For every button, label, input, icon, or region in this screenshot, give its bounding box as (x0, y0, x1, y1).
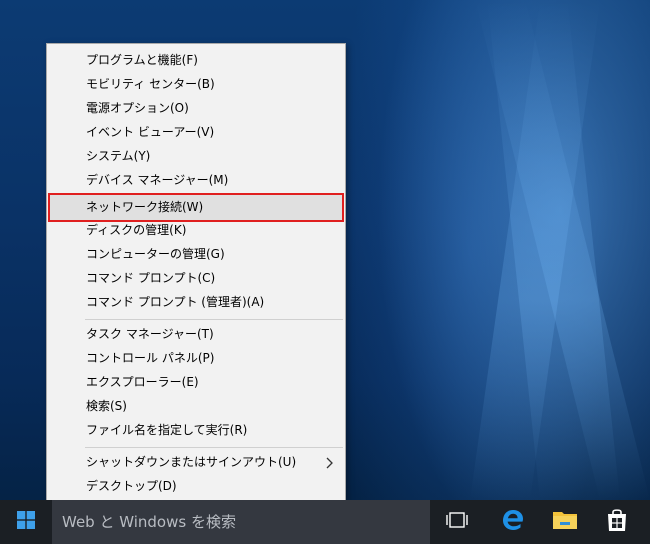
menu-item-label: 検索(S) (86, 399, 127, 413)
menu-separator (85, 319, 343, 320)
menu-item-control-panel[interactable]: コントロール パネル(P) (48, 347, 344, 370)
menu-item-label: ネットワーク接続(W) (86, 200, 204, 214)
menu-item-label: ディスクの管理(K) (86, 223, 187, 237)
chevron-right-icon (326, 451, 334, 474)
file-explorer-icon (552, 509, 578, 535)
file-explorer-button[interactable] (540, 500, 590, 544)
menu-item-label: タスク マネージャー(T) (86, 327, 214, 341)
start-button[interactable] (0, 500, 52, 544)
search-placeholder: Web と Windows を検索 (62, 513, 236, 531)
menu-item-label: システム(Y) (86, 149, 151, 163)
menu-item-disk-management[interactable]: ディスクの管理(K) (48, 219, 344, 242)
windows-start-icon (17, 511, 35, 533)
menu-item-label: ファイル名を指定して実行(R) (86, 423, 248, 437)
menu-item-system[interactable]: システム(Y) (48, 145, 344, 168)
menu-item-explorer[interactable]: エクスプローラー(E) (48, 371, 344, 394)
menu-item-label: コマンド プロンプト (管理者)(A) (86, 295, 265, 309)
menu-item-search[interactable]: 検索(S) (48, 395, 344, 418)
menu-item-label: デスクトップ(D) (86, 479, 177, 493)
menu-item-programs-features[interactable]: プログラムと機能(F) (48, 49, 344, 72)
menu-item-label: モビリティ センター(B) (86, 77, 215, 91)
menu-item-computer-management[interactable]: コンピューターの管理(G) (48, 243, 344, 266)
menu-item-task-manager[interactable]: タスク マネージャー(T) (48, 323, 344, 346)
menu-item-label: コントロール パネル(P) (86, 351, 215, 365)
menu-item-event-viewer[interactable]: イベント ビューアー(V) (48, 121, 344, 144)
store-button[interactable] (592, 500, 642, 544)
edge-browser-icon (501, 508, 525, 536)
menu-item-power-options[interactable]: 電源オプション(O) (48, 97, 344, 120)
task-view-icon (446, 511, 468, 533)
menu-item-label: コンピューターの管理(G) (86, 247, 225, 261)
menu-item-command-prompt[interactable]: コマンド プロンプト(C) (48, 267, 344, 290)
menu-separator (85, 447, 343, 448)
menu-item-label: プログラムと機能(F) (86, 53, 198, 67)
menu-item-network-connections[interactable]: ネットワーク接続(W) (48, 193, 344, 222)
menu-item-device-manager[interactable]: デバイス マネージャー(M) (48, 169, 344, 192)
winx-context-menu: プログラムと機能(F) モビリティ センター(B) 電源オプション(O) イベン… (46, 43, 346, 501)
taskbar-search-box[interactable]: Web と Windows を検索 (52, 500, 430, 544)
menu-item-label: コマンド プロンプト(C) (86, 271, 216, 285)
menu-item-run[interactable]: ファイル名を指定して実行(R) (48, 419, 344, 442)
menu-item-label: デバイス マネージャー(M) (86, 173, 229, 187)
edge-button[interactable] (488, 500, 538, 544)
taskbar: Web と Windows を検索 (0, 500, 650, 544)
menu-item-mobility-center[interactable]: モビリティ センター(B) (48, 73, 344, 96)
menu-item-label: イベント ビューアー(V) (86, 125, 215, 139)
task-view-button[interactable] (432, 500, 482, 544)
menu-item-label: エクスプローラー(E) (86, 375, 199, 389)
menu-item-command-prompt-admin[interactable]: コマンド プロンプト (管理者)(A) (48, 291, 344, 314)
store-icon (606, 508, 628, 536)
menu-item-shutdown-signout[interactable]: シャットダウンまたはサインアウト(U) (48, 451, 344, 474)
menu-item-label: 電源オプション(O) (86, 101, 189, 115)
menu-item-label: シャットダウンまたはサインアウト(U) (86, 455, 297, 469)
menu-item-desktop[interactable]: デスクトップ(D) (48, 475, 344, 498)
